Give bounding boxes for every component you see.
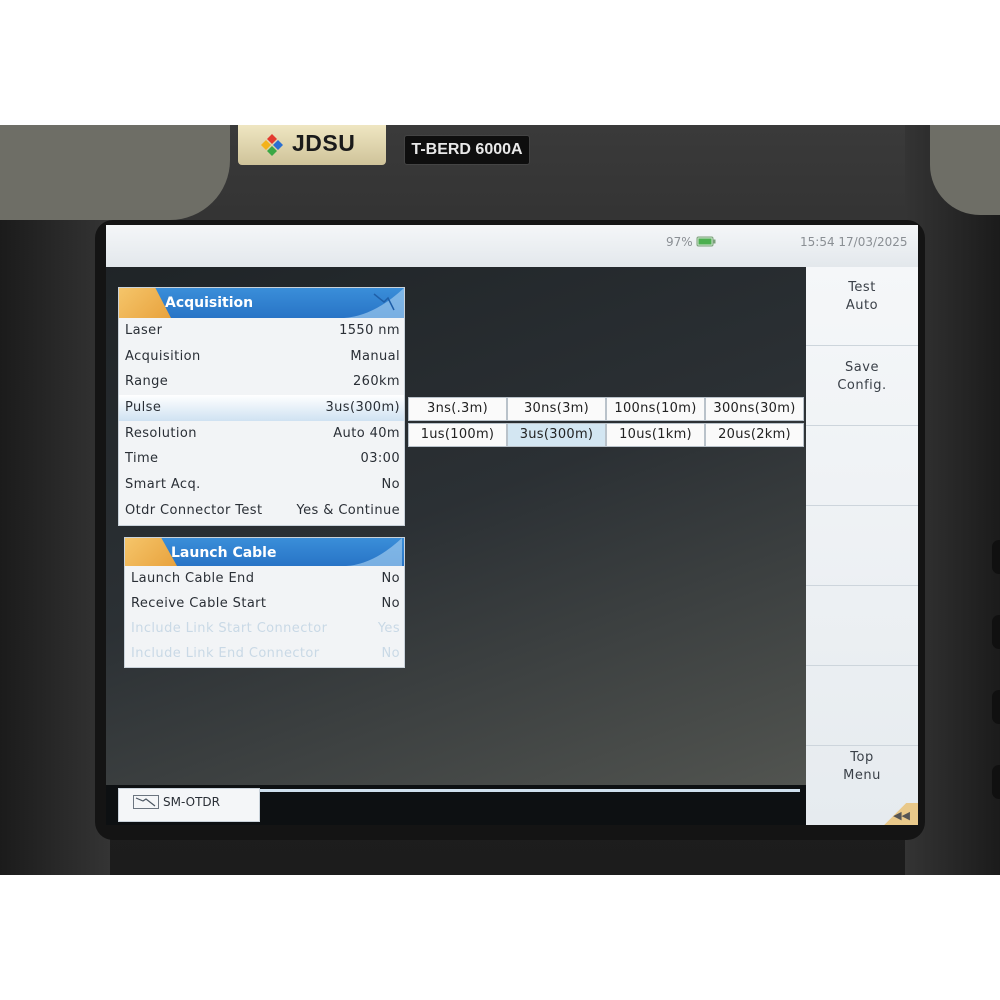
setting-label: Range [125,374,169,390]
setting-value: Auto 40m [333,425,400,441]
softkey-empty-3[interactable] [806,587,918,666]
softkey-label: Menu [843,768,881,783]
setting-value: 260km [352,374,400,390]
softkey-label: Top [850,750,874,765]
setting-label: Receive Cable Start [131,596,267,611]
setting-value: No [381,596,400,611]
setting-row-smart-acq[interactable]: Smart Acq. No [119,472,404,498]
panel-header-tab [125,538,177,566]
bottom-divider [256,789,800,792]
save-config-button[interactable]: Save Config. [806,347,918,426]
setting-row-launch-cable-end[interactable]: Launch Cable End No [125,566,404,591]
setting-value: Yes & Continue [296,502,400,518]
setting-row-include-link-start: Include Link Start Connector Yes [125,616,404,641]
setting-row-receive-cable-start[interactable]: Receive Cable Start No [125,591,404,616]
setting-row-pulse[interactable]: Pulse 3us(300m) [119,395,404,421]
device-left-grip [0,125,110,875]
setting-value: 03:00 [360,451,400,467]
pulse-option[interactable]: 3ns(.3m) [408,397,507,421]
launch-cable-panel: Launch Cable Launch Cable End No Receive… [124,537,405,668]
setting-label: Laser [125,323,163,338]
test-auto-button[interactable]: Test Auto [806,267,918,346]
brand-logo-plate: JDSU [238,125,386,165]
softkey-empty-4[interactable] [806,667,918,746]
setting-label: Include Link End Connector [131,646,320,661]
setting-label: Otdr Connector Test [125,502,263,518]
setting-row-resolution[interactable]: Resolution Auto 40m [119,421,404,447]
side-button[interactable] [992,765,1000,799]
side-button[interactable] [992,615,1000,649]
bottom-bar: SM-OTDR [106,785,806,825]
device-shoulder-left [0,125,230,220]
setting-label: Time [125,451,159,467]
double-left-arrow-icon: ◀◀ [893,809,910,822]
pulse-option[interactable]: 1us(100m) [408,423,507,447]
setting-row-include-link-end: Include Link End Connector No [125,641,404,666]
setting-value: No [381,571,400,586]
jdsu-logo-icon [261,134,283,156]
pulse-option-selected[interactable]: 3us(300m) [507,423,606,447]
setting-value: No [381,477,400,493]
setting-label: Launch Cable End [131,571,255,586]
battery-level: 97% [666,235,693,249]
setting-value: No [381,646,400,661]
softkey-bar: Test Auto Save Config. Top Menu ◀◀ [806,267,918,825]
softkey-empty-1[interactable] [806,427,918,506]
setting-row-time[interactable]: Time 03:00 [119,446,404,472]
acquisition-panel-title: Acquisition [165,295,254,311]
brand-name: JDSU [292,130,356,156]
pulse-option[interactable]: 10us(1km) [606,423,705,447]
setting-label: Pulse [125,400,162,416]
clock: 15:54 17/03/2025 [800,235,908,249]
status-bar: 97% 15:54 17/03/2025 [106,225,918,267]
setting-value: Manual [350,348,400,364]
setting-label: Include Link Start Connector [131,621,328,636]
panel-header-tab [119,288,171,318]
side-button[interactable] [992,540,1000,574]
acquisition-panel-header: Acquisition [119,288,404,318]
side-button[interactable] [992,690,1000,724]
acquisition-panel: Acquisition Laser 1550 nm Acquisition Ma… [118,287,405,526]
otdr-trace-icon [133,795,159,809]
setting-row-connector-test[interactable]: Otdr Connector Test Yes & Continue [119,498,404,524]
softkey-label: Save [845,360,879,375]
launch-cable-panel-header: Launch Cable [125,538,404,566]
setting-row-range[interactable]: Range 260km [119,369,404,395]
device-screen: 97% 15:54 17/03/2025 Acquisition Laser 1… [106,225,918,825]
pulse-option[interactable]: 100ns(10m) [606,397,705,421]
sm-otdr-tab-label: SM-OTDR [163,795,220,809]
setting-label: Acquisition [125,348,201,364]
setting-row-laser[interactable]: Laser 1550 nm [119,318,404,344]
pulse-option[interactable]: 20us(2km) [705,423,804,447]
softkey-label: Config. [837,378,887,393]
battery-icon [696,236,716,247]
softkey-label: Auto [845,298,879,313]
softkey-empty-2[interactable] [806,507,918,586]
setting-value: Yes [377,621,400,636]
sm-otdr-tab[interactable]: SM-OTDR [118,788,260,822]
setting-label: Resolution [125,425,197,441]
setting-label: Smart Acq. [125,477,201,493]
model-name: T-BERD 6000A [404,135,530,165]
back-button[interactable]: ◀◀ [878,803,918,825]
launch-cable-panel-title: Launch Cable [171,545,277,561]
setting-row-acquisition[interactable]: Acquisition Manual [119,344,404,370]
setting-value: 3us(300m) [325,400,400,416]
pulse-option[interactable]: 300ns(30m) [705,397,804,421]
panel-swoosh-icon [346,538,402,566]
setting-value: 1550 nm [339,323,400,338]
trace-icon [344,288,404,318]
softkey-label: Test [848,280,876,295]
pulse-option[interactable]: 30ns(3m) [507,397,606,421]
